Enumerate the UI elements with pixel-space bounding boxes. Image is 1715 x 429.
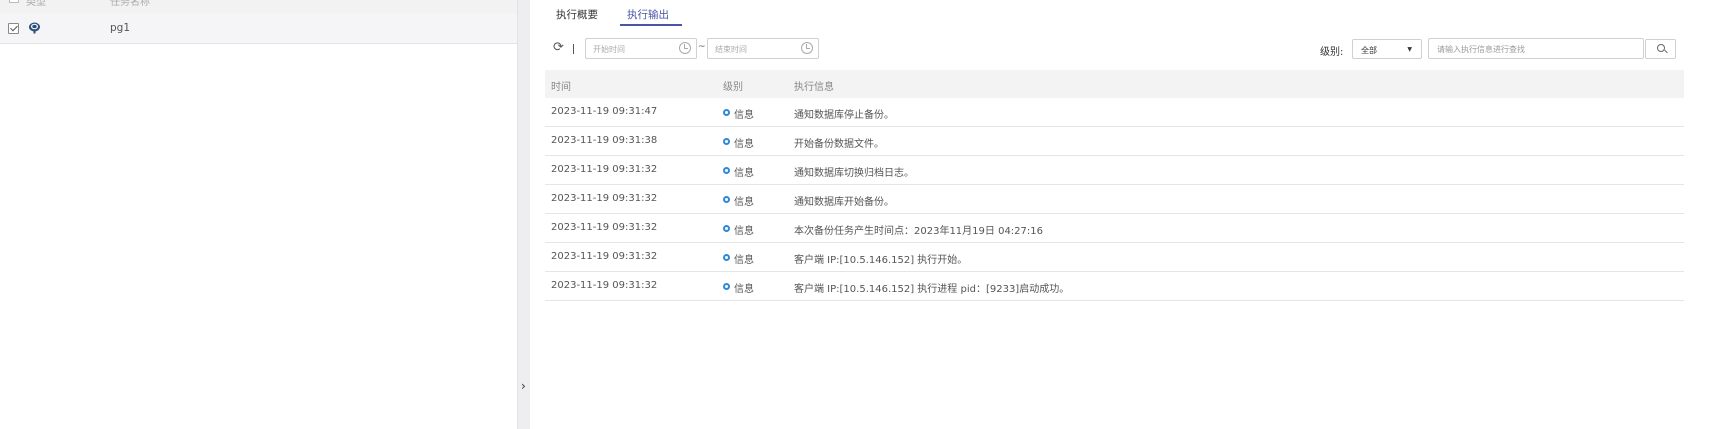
expand-chevron-icon[interactable]: › bbox=[521, 379, 526, 393]
row-level: 信息 bbox=[734, 110, 754, 121]
task-list-header: 类型 任务名称 bbox=[0, 0, 517, 13]
clock-icon bbox=[679, 42, 691, 54]
level-filter-label: 级别: bbox=[1320, 47, 1344, 58]
search-button[interactable] bbox=[1645, 39, 1676, 59]
toolbar-divider bbox=[573, 44, 574, 54]
row-level: 信息 bbox=[734, 255, 754, 266]
row-message: 开始备份数据文件。 bbox=[794, 139, 884, 150]
row-time: 2023-11-19 09:31:32 bbox=[551, 280, 658, 291]
row-time: 2023-11-19 09:31:32 bbox=[551, 251, 658, 262]
row-level: 信息 bbox=[734, 197, 754, 208]
info-dot-icon bbox=[723, 225, 730, 232]
row-time: 2023-11-19 09:31:32 bbox=[551, 193, 658, 204]
tab-execution-summary[interactable]: 执行概要 bbox=[556, 7, 598, 22]
search-icon bbox=[1657, 44, 1665, 52]
level-column-header: 级别 bbox=[723, 82, 743, 93]
row-time: 2023-11-19 09:31:47 bbox=[551, 106, 658, 117]
row-message: 通知数据库切换归档日志。 bbox=[794, 168, 914, 179]
active-tab-indicator bbox=[620, 24, 682, 26]
row-message: 客户端 IP:[10.5.146.152] 执行进程 pid：[9233]启动成… bbox=[794, 284, 1070, 295]
row-time: 2023-11-19 09:31:32 bbox=[551, 222, 658, 233]
select-all-checkbox[interactable] bbox=[9, 0, 19, 3]
refresh-icon[interactable]: ⟳ bbox=[553, 41, 567, 55]
clock-icon bbox=[801, 42, 813, 54]
level-select[interactable]: 全部 ▼ bbox=[1352, 39, 1422, 59]
level-select-value: 全部 bbox=[1361, 46, 1377, 55]
panel-splitter[interactable]: › bbox=[517, 0, 530, 429]
search-input[interactable]: 请输入执行信息进行查找 bbox=[1428, 38, 1644, 59]
row-time: 2023-11-19 09:31:38 bbox=[551, 135, 658, 146]
table-row: 2023-11-19 09:31:32 信息 通知数据库开始备份。 bbox=[545, 185, 1684, 214]
table-row: 2023-11-19 09:31:32 信息 客户端 IP:[10.5.146.… bbox=[545, 243, 1684, 272]
caret-down-icon: ▼ bbox=[1407, 46, 1412, 53]
row-level: 信息 bbox=[734, 226, 754, 237]
row-message: 通知数据库停止备份。 bbox=[794, 110, 894, 121]
type-column-header: 类型 bbox=[26, 0, 46, 8]
table-row: 2023-11-19 09:31:32 信息 通知数据库切换归档日志。 bbox=[545, 156, 1684, 185]
row-level: 信息 bbox=[734, 139, 754, 150]
range-separator: ~ bbox=[698, 42, 706, 52]
info-dot-icon bbox=[723, 254, 730, 261]
postgresql-icon bbox=[29, 22, 40, 34]
info-dot-icon bbox=[723, 283, 730, 290]
task-row[interactable]: pg1 bbox=[0, 13, 517, 44]
search-placeholder: 请输入执行信息进行查找 bbox=[1437, 45, 1525, 54]
time-column-header: 时间 bbox=[551, 82, 571, 93]
row-time: 2023-11-19 09:31:32 bbox=[551, 164, 658, 175]
message-column-header: 执行信息 bbox=[794, 82, 834, 93]
row-message: 本次备份任务产生时间点：2023年11月19日 04:27:16 bbox=[794, 226, 1043, 237]
end-time-picker[interactable]: 结束时间 bbox=[707, 38, 819, 59]
start-time-placeholder: 开始时间 bbox=[593, 45, 625, 54]
start-time-picker[interactable]: 开始时间 bbox=[585, 38, 697, 59]
row-level: 信息 bbox=[734, 284, 754, 295]
row-message: 客户端 IP:[10.5.146.152] 执行开始。 bbox=[794, 255, 968, 266]
info-dot-icon bbox=[723, 138, 730, 145]
row-checkbox[interactable] bbox=[8, 23, 19, 34]
row-message: 通知数据库开始备份。 bbox=[794, 197, 894, 208]
task-name-column-header: 任务名称 bbox=[110, 0, 150, 8]
tab-execution-output[interactable]: 执行输出 bbox=[627, 7, 669, 22]
info-dot-icon bbox=[723, 167, 730, 174]
table-header: 时间 级别 执行信息 bbox=[545, 70, 1684, 98]
execution-output-table: 时间 级别 执行信息 2023-11-19 09:31:47 信息 通知数据库停… bbox=[545, 70, 1684, 301]
table-row: 2023-11-19 09:31:32 信息 本次备份任务产生时间点：2023年… bbox=[545, 214, 1684, 243]
table-row: 2023-11-19 09:31:47 信息 通知数据库停止备份。 bbox=[545, 98, 1684, 127]
info-dot-icon bbox=[723, 196, 730, 203]
table-row: 2023-11-19 09:31:38 信息 开始备份数据文件。 bbox=[545, 127, 1684, 156]
table-row: 2023-11-19 09:31:32 信息 客户端 IP:[10.5.146.… bbox=[545, 272, 1684, 301]
task-name: pg1 bbox=[110, 22, 131, 34]
end-time-placeholder: 结束时间 bbox=[715, 45, 747, 54]
row-level: 信息 bbox=[734, 168, 754, 179]
task-list-panel: 类型 任务名称 pg1 bbox=[0, 0, 517, 429]
info-dot-icon bbox=[723, 109, 730, 116]
